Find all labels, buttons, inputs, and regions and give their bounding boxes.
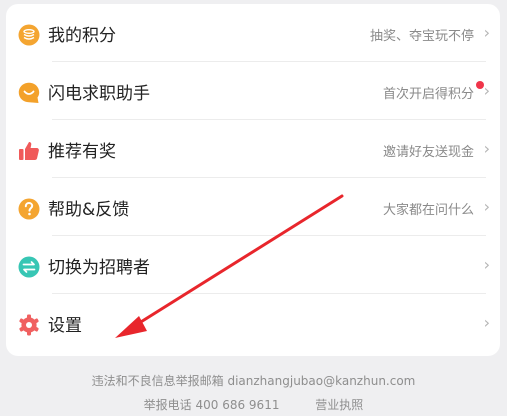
menu-item-label: 闪电求职助手 xyxy=(48,84,150,104)
report-email[interactable]: dianzhangjubao@kanzhun.com xyxy=(227,374,415,388)
chevron-right-icon: › xyxy=(483,313,490,332)
chevron-right-icon: › xyxy=(483,197,490,216)
business-license-link[interactable]: 营业执照 xyxy=(315,398,363,412)
chevron-right-icon: › xyxy=(483,81,490,100)
menu-item-lightning-assistant[interactable]: 闪电求职助手 首次开启得积分 › xyxy=(6,62,500,120)
menu-item-hint: 首次开启得积分 xyxy=(382,87,474,102)
report-phone[interactable]: 举报电话 400 686 9611 xyxy=(144,398,280,412)
chevron-right-icon: › xyxy=(483,255,490,274)
report-email-line: 违法和不良信息举报邮箱 dianzhangjubao@kanzhun.com xyxy=(0,372,507,389)
coin-stack-icon xyxy=(18,24,40,46)
menu-item-referral-reward[interactable]: 推荐有奖 邀请好友送现金 › xyxy=(6,120,500,178)
menu-item-switch-to-recruiter[interactable]: 切换为招聘者 › xyxy=(6,236,500,294)
chevron-right-icon: › xyxy=(483,139,490,158)
menu-item-label: 我的积分 xyxy=(48,26,116,46)
chevron-right-icon: › xyxy=(483,23,490,42)
menu-item-label: 帮助&反馈 xyxy=(48,200,130,220)
question-icon xyxy=(18,198,40,220)
menu-item-hint: 邀请好友送现金 xyxy=(382,145,474,160)
smile-chat-icon xyxy=(18,82,40,103)
switch-arrows-icon xyxy=(18,256,40,278)
menu-item-hint: 抽奖、夺宝玩不停 xyxy=(369,29,474,44)
menu-item-label: 推荐有奖 xyxy=(48,142,116,162)
gear-icon xyxy=(19,314,39,336)
report-text: 违法和不良信息举报邮箱 xyxy=(91,374,224,388)
menu-card: 我的积分 抽奖、夺宝玩不停 › 闪电求职助手 首次开启得积分 › 推荐有奖 邀请… xyxy=(6,4,500,356)
menu-item-label: 切换为招聘者 xyxy=(48,258,150,278)
menu-item-settings[interactable]: 设置 › xyxy=(6,294,500,352)
menu-item-my-points[interactable]: 我的积分 抽奖、夺宝玩不停 › xyxy=(6,4,500,62)
menu-item-label: 设置 xyxy=(48,316,82,336)
menu-item-help-feedback[interactable]: 帮助&反馈 大家都在问什么 › xyxy=(6,178,500,236)
thumbs-up-icon xyxy=(19,142,39,160)
report-phone-line: 举报电话 400 686 9611 营业执照 xyxy=(0,396,507,413)
menu-item-hint: 大家都在问什么 xyxy=(382,203,474,218)
